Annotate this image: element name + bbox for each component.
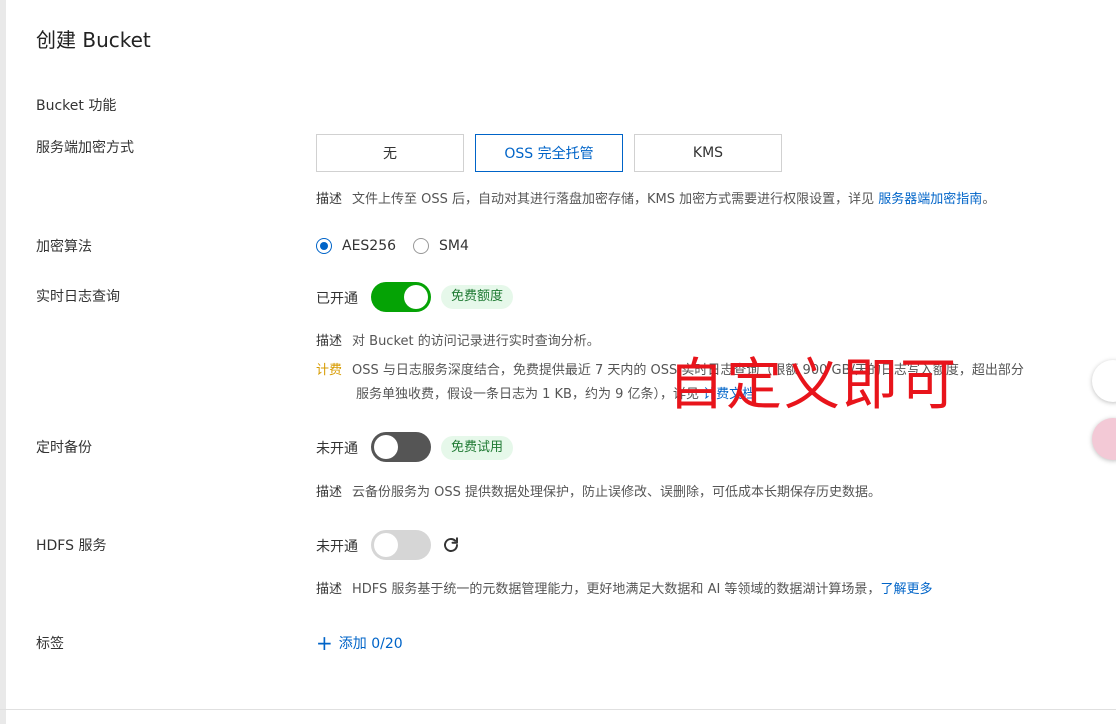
learn-more-link[interactable]: 了解更多 xyxy=(880,582,932,597)
hdfs-label: HDFS 服务 xyxy=(36,538,107,554)
section-title: Bucket 功能 xyxy=(36,98,117,114)
desc-text: 文件上传至 OSS 后，自动对其进行落盘加密存储，KMS 加密方式需要进行权限设… xyxy=(352,192,875,207)
toggle-knob xyxy=(404,285,428,309)
realtime-log-state: 已开通 xyxy=(316,291,358,307)
radio-aes256[interactable]: AES256 xyxy=(316,238,396,254)
fee-key: 计费 xyxy=(316,363,343,378)
free-trial-badge: 免费试用 xyxy=(441,436,514,460)
radio-checked-icon xyxy=(316,238,332,254)
add-tag-button[interactable]: + 添加 0/20 xyxy=(316,633,403,653)
encryption-option-kms[interactable]: KMS xyxy=(634,134,782,172)
encryption-description: 描述 文件上传至 OSS 后，自动对其进行落盘加密存储，KMS 加密方式需要进行权… xyxy=(316,188,995,207)
toggle-knob xyxy=(374,435,398,459)
encryption-guide-link[interactable]: 服务器端加密指南 xyxy=(878,192,982,207)
radio-label: AES256 xyxy=(342,238,397,254)
desc-text: 云备份服务为 OSS 提供数据处理保护，防止误修改、误删除，可低成本长期保存历史… xyxy=(352,485,882,500)
radio-sm4[interactable]: SM4 xyxy=(413,238,469,254)
backup-toggle[interactable] xyxy=(371,432,431,462)
backup-state: 未开通 xyxy=(316,441,358,457)
plus-icon: + xyxy=(316,631,333,655)
bottom-divider xyxy=(0,709,1116,710)
desc-end: 。 xyxy=(982,192,996,207)
hdfs-toggle[interactable] xyxy=(371,530,431,560)
page-title: 创建 Bucket xyxy=(36,28,151,52)
desc-key: 描述 xyxy=(316,582,343,597)
desc-key: 描述 xyxy=(316,334,343,349)
encryption-option-oss[interactable]: OSS 完全托管 xyxy=(475,134,623,172)
annotation-overlay: 自定义即可 xyxy=(668,353,958,418)
hdfs-description: 描述 HDFS 服务基于统一的元数据管理能力，更好地满足大数据和 AI 等领域的数… xyxy=(316,578,932,597)
add-tag-label: 添加 0/20 xyxy=(338,636,403,652)
floating-assistant-widget[interactable] xyxy=(1092,418,1116,460)
hdfs-state: 未开通 xyxy=(316,539,358,555)
desc-text: 对 Bucket 的访问记录进行实时查询分析。 xyxy=(352,334,600,349)
realtime-log-toggle[interactable] xyxy=(371,282,431,312)
radio-label: SM4 xyxy=(439,238,469,254)
realtime-log-description: 描述对 Bucket 的访问记录进行实时查询分析。 xyxy=(316,330,600,349)
encryption-label: 服务端加密方式 xyxy=(36,140,134,156)
left-edge-panel xyxy=(0,0,6,724)
desc-key: 描述 xyxy=(316,485,343,500)
floating-grid-widget[interactable] xyxy=(1092,360,1116,402)
free-quota-badge: 免费额度 xyxy=(441,285,514,309)
fee-text: 服务单独收费，假设一条日志为 1 KB，约为 9 亿条），详见 xyxy=(356,387,700,402)
desc-text: HDFS 服务基于统一的元数据管理能力，更好地满足大数据和 AI 等领域的数据湖… xyxy=(352,582,881,597)
radio-unchecked-icon xyxy=(413,238,429,254)
desc-key: 描述 xyxy=(316,192,343,207)
backup-label: 定时备份 xyxy=(36,440,92,456)
realtime-log-label: 实时日志查询 xyxy=(36,289,120,305)
tags-label: 标签 xyxy=(36,636,64,652)
backup-description: 描述 云备份服务为 OSS 提供数据处理保护，防止误修改、误删除，可低成本长期保存… xyxy=(316,481,881,500)
algorithm-label: 加密算法 xyxy=(36,239,92,255)
encryption-option-none[interactable]: 无 xyxy=(316,134,464,172)
refresh-icon[interactable] xyxy=(442,536,460,554)
toggle-knob xyxy=(374,533,398,557)
